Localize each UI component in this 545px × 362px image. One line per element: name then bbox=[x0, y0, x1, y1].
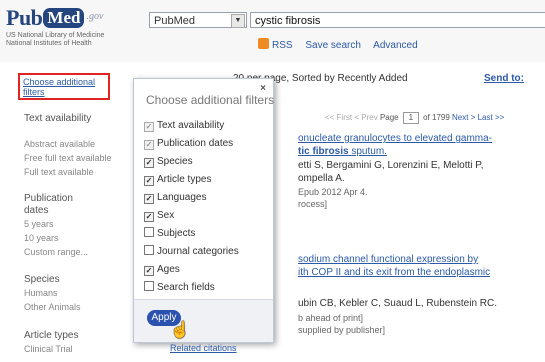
institution-line-2: National Institutes of Health bbox=[6, 40, 92, 47]
filter-option-text-availability[interactable]: ✓ Text availability bbox=[144, 119, 224, 133]
filter-option-journal-categories[interactable]: Journal categories bbox=[144, 245, 239, 259]
result-1-status: rocess] bbox=[298, 199, 328, 209]
sidebar-section-publication-dates: Publication dates bbox=[24, 193, 73, 216]
sidebar-section-text-availability: Text availability bbox=[24, 113, 92, 124]
save-search-link[interactable]: Save search bbox=[305, 40, 361, 51]
result-1-title-end: sputum. bbox=[351, 146, 387, 157]
checkbox-publication-dates[interactable]: ✓ bbox=[144, 140, 154, 150]
pagination: << First < Prev Page 1 of 1799 Next > La… bbox=[325, 112, 504, 124]
dropdown-arrow-icon[interactable]: ▼ bbox=[231, 14, 245, 28]
result-1-title-line-1[interactable]: onucleate granulocytes to elevated gamma… bbox=[298, 133, 492, 145]
logo-pub-text: Pub bbox=[6, 5, 43, 30]
filter-other-animals[interactable]: Other Animals bbox=[24, 302, 81, 312]
database-value: PubMed bbox=[154, 15, 195, 27]
result-1-authors-line-2: ompella A. bbox=[298, 173, 345, 184]
page-count: of 1799 bbox=[423, 113, 450, 122]
option-label: Journal categories bbox=[157, 246, 239, 257]
checkbox-search-fields[interactable] bbox=[144, 281, 154, 291]
logo-gov-text: .gov bbox=[86, 11, 104, 22]
filter-full-text[interactable]: Full text available bbox=[24, 167, 94, 177]
sidebar-section-article-types: Article types bbox=[24, 330, 79, 341]
page-label: Page bbox=[379, 113, 399, 122]
result-1-highlight: tic fibrosis bbox=[298, 146, 349, 157]
filter-option-subjects[interactable]: Subjects bbox=[144, 227, 195, 241]
result-2-title-line-2[interactable]: ith COP II and its exit from the endopla… bbox=[298, 267, 490, 279]
rss-icon[interactable] bbox=[258, 38, 269, 49]
option-label: Publication dates bbox=[157, 138, 234, 149]
checkbox-journal-categories[interactable] bbox=[144, 245, 154, 255]
option-label: Languages bbox=[157, 192, 207, 203]
result-1-citation: Epub 2012 Apr 4. bbox=[298, 187, 368, 197]
option-label: Ages bbox=[157, 264, 180, 275]
hand-cursor-icon: ☝ bbox=[170, 322, 190, 339]
result-2-authors: ubin CB, Kebler C, Suaud L, Rubenstein R… bbox=[298, 298, 497, 309]
result-2-title-line-1[interactable]: sodium channel functional expression by bbox=[298, 254, 478, 266]
option-label: Species bbox=[157, 156, 193, 167]
filter-custom-range[interactable]: Custom range... bbox=[24, 247, 88, 257]
popup-title: Choose additional filters bbox=[146, 93, 275, 107]
checkbox-languages[interactable]: ✓ bbox=[144, 194, 154, 204]
filter-humans[interactable]: Humans bbox=[24, 288, 58, 298]
checkbox-article-types[interactable]: ✓ bbox=[144, 176, 154, 186]
checkbox-sex[interactable]: ✓ bbox=[144, 212, 154, 222]
related-citations-link[interactable]: Related citations bbox=[170, 343, 237, 353]
institution-line-1: US National Library of Medicine bbox=[6, 32, 105, 39]
filter-option-article-types[interactable]: ✓ Article types bbox=[144, 173, 211, 187]
header-bar: Pub Med .gov US National Library of Medici… bbox=[0, 0, 545, 62]
search-input[interactable]: cystic fibrosis bbox=[250, 12, 545, 28]
advanced-link[interactable]: Advanced bbox=[373, 40, 417, 51]
option-label: Text availability bbox=[157, 120, 225, 131]
option-label: Article types bbox=[157, 174, 212, 185]
last-page-link[interactable]: Last >> bbox=[478, 113, 505, 122]
database-select[interactable]: PubMed ▼ bbox=[149, 12, 247, 28]
option-label: Sex bbox=[157, 210, 175, 221]
filter-clinical-trial[interactable]: Clinical Trial bbox=[24, 344, 73, 354]
send-to-link[interactable]: Send to: bbox=[484, 73, 524, 84]
checkbox-text-availability[interactable]: ✓ bbox=[144, 122, 154, 132]
result-2-citation: b ahead of print] bbox=[298, 313, 364, 323]
filter-free-full-text[interactable]: Free full text available bbox=[24, 153, 112, 163]
option-label: Search fields bbox=[157, 282, 215, 293]
logo-med-badge: Med bbox=[43, 8, 85, 28]
checkbox-species[interactable]: ✓ bbox=[144, 158, 154, 168]
result-1-authors-line-1: etti S, Bergamini G, Lorenzini E, Melott… bbox=[298, 160, 484, 171]
institution-name: US National Library of Medicine National… bbox=[6, 32, 141, 48]
first-page-link[interactable]: << First bbox=[325, 113, 352, 122]
prev-page-link[interactable]: < Prev bbox=[354, 113, 377, 122]
filter-option-search-fields[interactable]: Search fields bbox=[144, 281, 215, 295]
filter-10-years[interactable]: 10 years bbox=[24, 233, 59, 243]
filter-option-languages[interactable]: ✓ Languages bbox=[144, 191, 207, 205]
choose-filters-popup: × Choose additional filters ✓ Text availa… bbox=[133, 78, 274, 343]
filter-option-species[interactable]: ✓ Species bbox=[144, 155, 193, 169]
filter-abstract-available[interactable]: Abstract available bbox=[24, 139, 95, 149]
search-links: RSS Save search Advanced bbox=[258, 38, 428, 51]
page-number-input[interactable]: 1 bbox=[402, 112, 419, 124]
next-page-link[interactable]: Next > bbox=[452, 113, 475, 122]
checkbox-subjects[interactable] bbox=[144, 227, 154, 237]
filter-option-sex[interactable]: ✓ Sex bbox=[144, 209, 174, 223]
result-1-title-line-2[interactable]: tic fibrosis sputum. bbox=[298, 146, 387, 158]
result-2-status: supplied by publisher] bbox=[298, 325, 386, 335]
choose-additional-filters-link[interactable]: Choose additional filters bbox=[18, 73, 110, 100]
checkbox-ages[interactable]: ✓ bbox=[144, 266, 154, 276]
rss-link[interactable]: RSS bbox=[272, 40, 293, 51]
filter-option-publication-dates[interactable]: ✓ Publication dates bbox=[144, 137, 233, 151]
filter-option-ages[interactable]: ✓ Ages bbox=[144, 263, 180, 277]
sidebar-section-species: Species bbox=[24, 274, 60, 285]
popup-footer: Apply ☝ bbox=[134, 299, 273, 342]
option-label: Subjects bbox=[157, 228, 196, 239]
filter-5-years[interactable]: 5 years bbox=[24, 219, 54, 229]
pubmed-logo[interactable]: Pub Med .gov US National Library of Medici… bbox=[6, 5, 141, 48]
